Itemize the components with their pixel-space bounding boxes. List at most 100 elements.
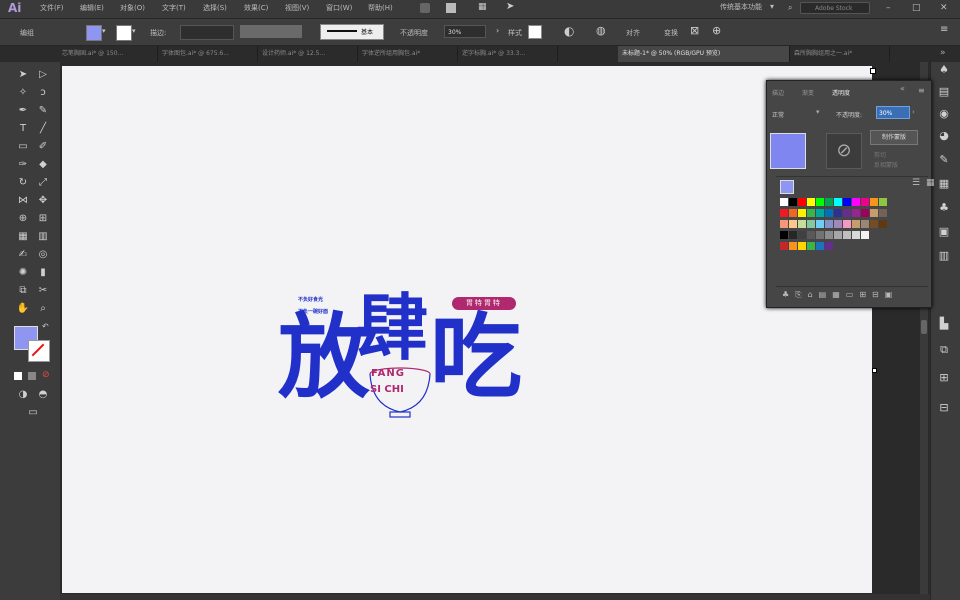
- direct-selection-tool-icon[interactable]: ▷: [36, 68, 50, 82]
- clip-checkbox-label[interactable]: 剪切: [874, 150, 886, 159]
- workspace-switcher[interactable]: 传统基本功能: [720, 2, 762, 12]
- appearance-icon[interactable]: ▥: [936, 248, 952, 264]
- menu-effect[interactable]: 效果(C): [244, 3, 268, 13]
- lasso-tool-icon[interactable]: ↄ: [36, 86, 50, 100]
- color-swatch[interactable]: [852, 220, 860, 228]
- color-swatch[interactable]: [789, 231, 797, 239]
- align-label[interactable]: 对齐: [626, 28, 640, 38]
- zoom-tool-icon[interactable]: ⌕: [36, 302, 50, 316]
- menu-select[interactable]: 选择(S): [203, 3, 227, 13]
- tab-stroke[interactable]: 描边: [772, 88, 784, 97]
- color-swatch[interactable]: [798, 198, 806, 206]
- tab-document-3[interactable]: 设计药师.ai* @ 12.5...: [258, 46, 358, 62]
- color-swatch[interactable]: [834, 209, 842, 217]
- color-swatch[interactable]: [834, 231, 842, 239]
- selection-tool-icon[interactable]: ➤: [16, 68, 30, 82]
- symbol-sprayer-tool-icon[interactable]: ✺: [16, 266, 30, 280]
- menu-file[interactable]: 文件(F): [40, 3, 64, 13]
- swatches-icon[interactable]: ▦: [936, 176, 952, 192]
- color-swatch[interactable]: [825, 242, 833, 250]
- color-swatch[interactable]: [798, 220, 806, 228]
- none-mode-icon[interactable]: ⊘: [42, 370, 50, 380]
- slice-tool-icon[interactable]: ✂: [36, 284, 50, 298]
- minimize-icon[interactable]: –: [886, 3, 891, 13]
- color-swatch[interactable]: [807, 209, 815, 217]
- panel-menu-icon[interactable]: ≡: [940, 24, 948, 35]
- puppet-warp-tool-icon[interactable]: ✥: [36, 194, 50, 208]
- panel-menu-icon[interactable]: ≡: [918, 86, 925, 95]
- color-swatch[interactable]: [780, 198, 788, 206]
- gradient-mode-icon[interactable]: [28, 372, 36, 380]
- stroke-color-box[interactable]: [28, 340, 50, 362]
- color-swatch[interactable]: [807, 242, 815, 250]
- menu-type[interactable]: 文字(T): [162, 3, 186, 13]
- eyedropper-tool-icon[interactable]: ✍: [16, 248, 30, 262]
- color-swatch[interactable]: [861, 209, 869, 217]
- dropdown-arrow-icon[interactable]: ▾: [770, 2, 774, 11]
- color-swatch[interactable]: [825, 198, 833, 206]
- color-mode-icon[interactable]: [14, 372, 22, 380]
- menu-view[interactable]: 视图(V): [285, 3, 309, 13]
- curvature-tool-icon[interactable]: ✎: [36, 104, 50, 118]
- color-swatch[interactable]: [789, 209, 797, 217]
- color-swatch[interactable]: [789, 198, 797, 206]
- color-swatch[interactable]: [807, 198, 815, 206]
- color-swatch[interactable]: [852, 198, 860, 206]
- transform-label[interactable]: 变换: [664, 28, 678, 38]
- draw-behind-icon[interactable]: ◓: [36, 388, 50, 402]
- eraser-tool-icon[interactable]: ◆: [36, 158, 50, 172]
- properties-icon[interactable]: ♠: [936, 62, 952, 78]
- symbols-icon[interactable]: ♣: [936, 200, 952, 216]
- artboards-panel-icon[interactable]: ⊟: [936, 400, 952, 416]
- rectangle-tool-icon[interactable]: ▭: [16, 140, 30, 154]
- color-swatch[interactable]: [780, 242, 788, 250]
- color-swatch[interactable]: [780, 220, 788, 228]
- collapse-panel-icon[interactable]: «: [900, 84, 905, 93]
- tab-document-7[interactable]: 森所胸胸组用之一.ai*: [790, 46, 890, 62]
- blend-mode-select[interactable]: 正常: [772, 110, 784, 119]
- color-swatch[interactable]: [780, 231, 788, 239]
- rotate-tool-icon[interactable]: ↻: [16, 176, 30, 190]
- horizontal-scrollbar[interactable]: [60, 594, 930, 600]
- artboard-tool-icon[interactable]: ⧉: [16, 284, 30, 298]
- blend-tool-icon[interactable]: ◎: [36, 248, 50, 262]
- stroke-weight-input[interactable]: [180, 25, 234, 40]
- color-swatch[interactable]: [816, 209, 824, 217]
- color-swatch[interactable]: [879, 220, 887, 228]
- brushes-icon[interactable]: ✎: [936, 152, 952, 168]
- color-swatch[interactable]: [861, 220, 869, 228]
- list-view-icon[interactable]: ☰: [912, 178, 920, 188]
- send-icon[interactable]: ➤: [506, 1, 514, 12]
- tabs-overflow-icon[interactable]: »: [940, 48, 946, 58]
- color-swatch[interactable]: [816, 198, 824, 206]
- libraries-icon[interactable]: ◉: [936, 106, 952, 122]
- shape-builder-tool-icon[interactable]: ⊕: [16, 212, 30, 226]
- tab-document-1[interactable]: 芯笔胸国.ai* @ 150...: [58, 46, 158, 62]
- align-panel-icon[interactable]: ▙: [936, 316, 952, 332]
- screen-mode-icon[interactable]: ▭: [26, 406, 40, 420]
- color-swatch[interactable]: [798, 209, 806, 217]
- variable-width-profile[interactable]: [240, 25, 302, 38]
- transform-panel-icon[interactable]: ⊞: [936, 370, 952, 386]
- tab-active-document[interactable]: 未标题-1* @ 50% (RGB/GPU 预览): [618, 46, 790, 62]
- chevron-down-icon[interactable]: ▾: [132, 27, 136, 35]
- color-swatch[interactable]: [870, 220, 878, 228]
- color-swatch[interactable]: [843, 209, 851, 217]
- menu-edit[interactable]: 编辑(E): [80, 3, 104, 13]
- color-swatch[interactable]: [807, 231, 815, 239]
- pen-tool-icon[interactable]: ✒: [16, 104, 30, 118]
- hand-tool-icon[interactable]: ✋: [16, 302, 30, 316]
- color-swatch[interactable]: [834, 198, 842, 206]
- menu-help[interactable]: 帮助(H): [368, 3, 393, 13]
- thumbnail-view-icon[interactable]: ▦: [926, 178, 935, 188]
- color-swatch[interactable]: [861, 198, 869, 206]
- gradient-tool-icon[interactable]: ▥: [36, 230, 50, 244]
- menu-object[interactable]: 对象(O): [120, 3, 145, 13]
- isolate-icon[interactable]: ⊠: [690, 24, 699, 37]
- maximize-icon[interactable]: □: [912, 3, 921, 13]
- chevron-down-icon[interactable]: ▾: [102, 27, 106, 35]
- panel-opacity-input[interactable]: 30%: [876, 106, 910, 119]
- tab-document-4[interactable]: 字体逆所组用胸包.ai*: [358, 46, 458, 62]
- graphic-style-swatch[interactable]: [528, 25, 542, 39]
- transparency-thumbnail[interactable]: [770, 133, 806, 169]
